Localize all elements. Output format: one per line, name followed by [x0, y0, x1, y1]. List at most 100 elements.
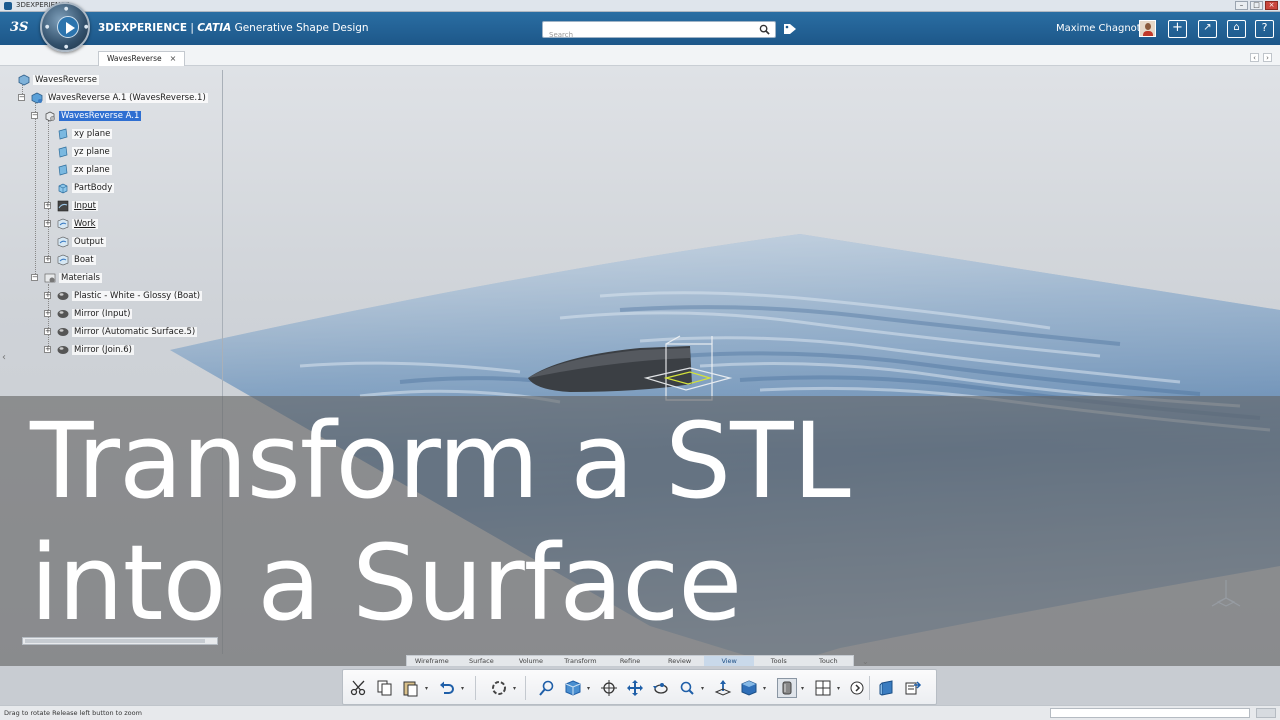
multi-view-dropdown-icon[interactable]: ▾ [837, 685, 840, 692]
tree-item-xy-plane[interactable]: xy plane [57, 126, 113, 141]
search-input[interactable] [543, 27, 743, 43]
tree-item-materials[interactable]: Materials [44, 270, 102, 285]
window-title-bar: 3DEXPERIENCE – □ × [0, 0, 1280, 12]
tree-item-label: xy plane [72, 128, 113, 139]
axis-triad-icon[interactable] [1208, 576, 1244, 612]
share-icon[interactable]: ↗ [1198, 20, 1217, 38]
cut-icon[interactable] [349, 678, 369, 698]
tree-item-material[interactable]: Mirror (Input) [57, 306, 133, 321]
expand-icon[interactable]: + [44, 328, 51, 335]
more-commands-icon[interactable] [847, 678, 867, 698]
tab-scroll-right-icon[interactable]: › [1263, 53, 1272, 62]
tree-item-yz-plane[interactable]: yz plane [57, 144, 112, 159]
section-tab-review[interactable]: Review [655, 656, 705, 666]
tree-item-label: Output [72, 236, 106, 247]
rotate-icon[interactable] [651, 678, 671, 698]
section-tab-surface[interactable]: Surface [457, 656, 507, 666]
scrollbar-thumb[interactable] [25, 639, 205, 643]
command-input[interactable] [1050, 708, 1250, 718]
update-icon[interactable] [489, 678, 509, 698]
home-icon[interactable]: ⌂ [1227, 20, 1246, 38]
view-cube-icon[interactable] [563, 678, 583, 698]
tree-horizontal-scrollbar[interactable] [22, 637, 218, 645]
compass-widget[interactable]: ● ● ● ● [40, 2, 90, 52]
material-sphere-icon [57, 327, 69, 336]
tag-icon[interactable] [783, 23, 797, 35]
tree-item-input[interactable]: Input [57, 198, 99, 213]
user-avatar[interactable] [1139, 20, 1156, 37]
tree-item-part[interactable]: WavesReverse A.1 [44, 108, 142, 123]
tree-item-label: Mirror (Automatic Surface.5) [72, 326, 198, 337]
product-icon [31, 92, 43, 103]
minimize-button[interactable]: – [1235, 1, 1248, 10]
shading-dropdown-icon[interactable]: ▾ [763, 685, 766, 692]
section-tab-wireframe[interactable]: Wireframe [407, 656, 457, 666]
collapse-icon[interactable]: − [31, 112, 38, 119]
section-tab-touch[interactable]: Touch [804, 656, 854, 666]
tree-item-output[interactable]: Output [57, 234, 106, 249]
material-sphere-icon [57, 291, 69, 300]
plane-icon [58, 128, 68, 139]
separator [869, 676, 870, 700]
action-bar: ▾ ▾ ▾ ▾ ▾ ▾ ▾ ▾ [342, 669, 937, 705]
video-title-line-1: Transform a STL [30, 400, 851, 522]
expand-icon[interactable]: + [44, 310, 51, 317]
normal-view-icon[interactable] [713, 678, 733, 698]
tree-item-root[interactable]: WavesReverse [18, 72, 99, 87]
view-dropdown-icon[interactable]: ▾ [587, 685, 590, 692]
section-chevron-icon[interactable]: ⌄ [862, 657, 869, 666]
zoom-icon[interactable] [537, 678, 557, 698]
help-icon[interactable]: ? [1255, 20, 1274, 38]
search-icon[interactable] [759, 24, 770, 35]
expand-icon[interactable]: + [44, 292, 51, 299]
expand-icon[interactable]: + [44, 346, 51, 353]
undo-dropdown-icon[interactable]: ▾ [461, 685, 464, 692]
tree-item-label: Plastic - White - Glossy (Boat) [72, 290, 203, 301]
paste-dropdown-icon[interactable]: ▾ [425, 685, 428, 692]
tree-item-partbody[interactable]: PartBody [57, 180, 115, 195]
expand-icon[interactable]: + [44, 220, 51, 227]
document-tab[interactable]: WavesReverse × [98, 51, 186, 66]
section-tab-volume[interactable]: Volume [506, 656, 556, 666]
tree-item-product[interactable]: WavesReverse A.1 (WavesReverse.1) [31, 90, 208, 105]
add-icon[interactable]: + [1168, 20, 1187, 38]
panel-collapse-icon[interactable]: ‹ [2, 352, 6, 363]
tree-item-material[interactable]: Mirror (Join.6) [57, 342, 134, 357]
3d-view-icon[interactable] [877, 678, 897, 698]
fit-all-icon[interactable] [599, 678, 619, 698]
dassault-logo-icon[interactable]: 3S [10, 20, 30, 38]
tab-scroll-left-icon[interactable]: ‹ [1250, 53, 1259, 62]
tree-item-material[interactable]: Mirror (Automatic Surface.5) [57, 324, 198, 339]
copy-icon[interactable] [375, 678, 395, 698]
tree-item-material[interactable]: Plastic - White - Glossy (Boat) [57, 288, 203, 303]
close-window-button[interactable]: × [1265, 1, 1278, 10]
user-name[interactable]: Maxime Chagnot [1056, 23, 1141, 34]
play-icon[interactable] [57, 16, 79, 38]
paste-icon[interactable] [401, 678, 421, 698]
collapse-icon[interactable]: − [18, 94, 25, 101]
expand-icon[interactable]: + [44, 256, 51, 263]
maximize-button[interactable]: □ [1250, 1, 1263, 10]
expand-icon[interactable]: + [44, 202, 51, 209]
zoom-dropdown-icon[interactable]: ▾ [701, 685, 704, 692]
section-tab-transform[interactable]: Transform [556, 656, 606, 666]
hide-show-icon[interactable] [777, 678, 797, 698]
shading-icon[interactable] [739, 678, 759, 698]
update-dropdown-icon[interactable]: ▾ [513, 685, 516, 692]
tree-item-work[interactable]: Work [57, 216, 98, 231]
section-tab-view[interactable]: View [704, 656, 754, 666]
close-tab-icon[interactable]: × [170, 54, 177, 63]
tree-item-boat[interactable]: Boat [57, 252, 96, 267]
part-icon [45, 111, 55, 121]
pan-icon[interactable] [625, 678, 645, 698]
collapse-icon[interactable]: − [31, 274, 38, 281]
export-icon[interactable] [903, 678, 923, 698]
tree-item-zx-plane[interactable]: zx plane [57, 162, 112, 177]
hide-show-dropdown-icon[interactable]: ▾ [801, 685, 804, 692]
zoom-in-out-icon[interactable] [677, 678, 697, 698]
section-tab-tools[interactable]: Tools [754, 656, 804, 666]
section-tab-refine[interactable]: Refine [605, 656, 655, 666]
undo-icon[interactable] [437, 678, 457, 698]
document-tab-label: WavesReverse [107, 54, 162, 63]
multi-view-icon[interactable] [813, 678, 833, 698]
